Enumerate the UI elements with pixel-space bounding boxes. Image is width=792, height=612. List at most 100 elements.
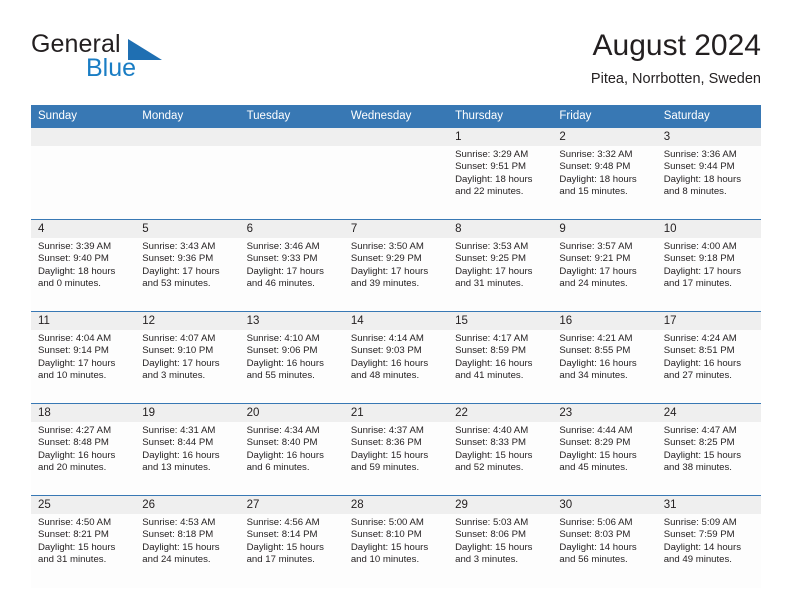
calendar-day-cell[interactable]: 6 Sunrise: 3:46 AM Sunset: 9:33 PM Daylight… <box>239 219 344 312</box>
day-detail-daylight1: Daylight: 17 hours <box>559 265 637 277</box>
calendar-day-cell[interactable]: 22 Sunrise: 4:40 AM Sunset: 8:33 PM Dayligh… <box>448 403 553 496</box>
calendar-day-cell[interactable]: 23 Sunrise: 4:44 AM Sunset: 8:29 PM Dayligh… <box>552 403 657 496</box>
day-detail-sunset: Sunset: 8:40 PM <box>246 437 318 449</box>
day-detail-sunset: Sunset: 9:25 PM <box>455 253 527 265</box>
day-detail-sunrise: Sunrise: 3:32 AM <box>559 149 633 160</box>
day-detail-daylight2: and 3 minutes. <box>142 369 206 381</box>
calendar-day-cell[interactable]: 4 Sunrise: 3:39 AM Sunset: 9:40 PM Daylight… <box>31 219 136 312</box>
day-detail-sunrise: Sunrise: 5:00 AM <box>350 517 424 528</box>
day-details: Sunrise: 5:03 AM Sunset: 8:06 PM Daylight:… <box>448 514 552 566</box>
calendar-day-cell[interactable]: 3 Sunrise: 3:36 AM Sunset: 9:44 PM Daylight… <box>656 127 761 220</box>
day-details: Sunrise: 3:46 AM Sunset: 9:33 PM Daylight:… <box>240 238 344 290</box>
calendar-day-cell[interactable]: 12 Sunrise: 4:07 AM Sunset: 9:10 PM Dayligh… <box>135 311 240 404</box>
calendar-day-cell[interactable]: 25 Sunrise: 4:50 AM Sunset: 8:21 PM Dayligh… <box>31 495 136 588</box>
calendar-day-cell[interactable]: 24 Sunrise: 4:47 AM Sunset: 8:25 PM Dayligh… <box>656 403 761 496</box>
calendar-day-cell-empty <box>239 127 344 220</box>
day-details: Sunrise: 3:43 AM Sunset: 9:36 PM Daylight:… <box>135 238 239 290</box>
calendar-week-row: 11 Sunrise: 4:04 AM Sunset: 9:14 PM Dayligh… <box>31 311 761 404</box>
calendar-day-cell[interactable]: 8 Sunrise: 3:53 AM Sunset: 9:25 PM Daylight… <box>448 219 553 312</box>
day-number: 11 <box>31 312 136 330</box>
calendar-day-cell[interactable]: 27 Sunrise: 4:56 AM Sunset: 8:14 PM Dayligh… <box>239 495 344 588</box>
day-detail-sunset: Sunset: 9:33 PM <box>246 253 318 265</box>
day-number: 27 <box>239 496 344 514</box>
day-number: 4 <box>31 220 136 238</box>
day-detail-daylight2: and 6 minutes. <box>246 461 310 473</box>
day-detail-daylight1: Daylight: 16 hours <box>350 357 429 369</box>
day-number: 13 <box>239 312 344 330</box>
day-number: 9 <box>552 220 657 238</box>
day-detail-sunset: Sunset: 9:40 PM <box>38 253 109 265</box>
calendar-day-cell[interactable]: 15 Sunrise: 4:17 AM Sunset: 8:59 PM Dayligh… <box>448 311 553 404</box>
calendar-day-cell[interactable]: 19 Sunrise: 4:31 AM Sunset: 8:44 PM Dayligh… <box>135 403 240 496</box>
calendar-day-cell[interactable]: 13 Sunrise: 4:10 AM Sunset: 9:06 PM Dayligh… <box>239 311 344 404</box>
calendar-day-cell[interactable]: 1 Sunrise: 3:29 AM Sunset: 9:51 PM Daylight… <box>448 127 553 220</box>
calendar-day-cell[interactable]: 14 Sunrise: 4:14 AM Sunset: 9:03 PM Dayligh… <box>343 311 449 404</box>
day-number: 31 <box>656 496 761 514</box>
calendar-day-cell[interactable]: 10 Sunrise: 4:00 AM Sunset: 9:18 PM Dayligh… <box>656 219 761 312</box>
day-detail-sunrise: Sunrise: 3:50 AM <box>350 241 424 252</box>
day-detail-daylight2: and 49 minutes. <box>663 553 732 565</box>
day-detail-sunrise: Sunrise: 4:53 AM <box>142 517 216 528</box>
day-details: Sunrise: 4:00 AM Sunset: 9:18 PM Daylight:… <box>657 238 761 290</box>
day-details: Sunrise: 4:04 AM Sunset: 9:14 PM Daylight:… <box>31 330 135 382</box>
calendar-day-cell[interactable]: 11 Sunrise: 4:04 AM Sunset: 9:14 PM Dayligh… <box>31 311 136 404</box>
general-blue-logo[interactable]: General Blue <box>31 28 261 90</box>
day-detail-sunset: Sunset: 8:21 PM <box>38 529 109 541</box>
day-detail-sunrise: Sunrise: 3:53 AM <box>455 241 529 252</box>
day-detail-sunrise: Sunrise: 4:07 AM <box>142 333 216 344</box>
day-number: 1 <box>448 128 553 146</box>
day-detail-daylight2: and 24 minutes. <box>559 277 628 289</box>
day-details: Sunrise: 4:53 AM Sunset: 8:18 PM Daylight:… <box>135 514 239 566</box>
day-detail-daylight1: Daylight: 16 hours <box>455 357 533 369</box>
calendar-day-cell[interactable]: 18 Sunrise: 4:27 AM Sunset: 8:48 PM Dayligh… <box>31 403 136 496</box>
day-details: Sunrise: 4:40 AM Sunset: 8:33 PM Daylight:… <box>448 422 552 474</box>
day-details: Sunrise: 4:31 AM Sunset: 8:44 PM Daylight:… <box>135 422 239 474</box>
day-detail-sunset: Sunset: 8:36 PM <box>350 437 422 449</box>
day-number <box>135 128 240 146</box>
calendar-day-cell[interactable]: 2 Sunrise: 3:32 AM Sunset: 9:48 PM Daylight… <box>552 127 657 220</box>
calendar-day-cell[interactable]: 17 Sunrise: 4:24 AM Sunset: 8:51 PM Dayligh… <box>656 311 761 404</box>
calendar-day-cell[interactable]: 30 Sunrise: 5:06 AM Sunset: 8:03 PM Dayligh… <box>552 495 657 588</box>
day-detail-sunrise: Sunrise: 4:04 AM <box>38 333 112 344</box>
day-detail-daylight2: and 15 minutes. <box>559 185 628 197</box>
day-detail-daylight2: and 38 minutes. <box>663 461 732 473</box>
weekday-header-saturday: Saturday <box>656 105 761 128</box>
calendar-day-cell[interactable]: 28 Sunrise: 5:00 AM Sunset: 8:10 PM Dayligh… <box>343 495 449 588</box>
calendar-day-cell[interactable]: 20 Sunrise: 4:34 AM Sunset: 8:40 PM Dayligh… <box>239 403 344 496</box>
day-detail-daylight1: Daylight: 14 hours <box>663 541 742 553</box>
calendar-day-cell[interactable]: 16 Sunrise: 4:21 AM Sunset: 8:55 PM Dayligh… <box>552 311 657 404</box>
calendar-day-cell-empty <box>343 127 449 220</box>
calendar-day-cell[interactable]: 31 Sunrise: 5:09 AM Sunset: 7:59 PM Dayligh… <box>656 495 761 588</box>
day-detail-sunset: Sunset: 9:18 PM <box>663 253 735 265</box>
day-detail-sunrise: Sunrise: 4:44 AM <box>559 425 633 436</box>
day-details: Sunrise: 4:21 AM Sunset: 8:55 PM Daylight:… <box>552 330 656 382</box>
day-detail-sunset: Sunset: 9:48 PM <box>559 161 631 173</box>
calendar-day-cell[interactable]: 26 Sunrise: 4:53 AM Sunset: 8:18 PM Dayligh… <box>135 495 240 588</box>
day-detail-daylight2: and 10 minutes. <box>350 553 420 565</box>
calendar-day-cell[interactable]: 7 Sunrise: 3:50 AM Sunset: 9:29 PM Daylight… <box>343 219 449 312</box>
day-number: 8 <box>448 220 553 238</box>
day-number: 12 <box>135 312 240 330</box>
day-details: Sunrise: 4:10 AM Sunset: 9:06 PM Daylight:… <box>240 330 344 382</box>
day-detail-sunrise: Sunrise: 4:31 AM <box>142 425 216 436</box>
calendar-day-cell[interactable]: 21 Sunrise: 4:37 AM Sunset: 8:36 PM Dayligh… <box>343 403 449 496</box>
day-details: Sunrise: 3:36 AM Sunset: 9:44 PM Daylight:… <box>657 146 761 198</box>
calendar-day-cell[interactable]: 9 Sunrise: 3:57 AM Sunset: 9:21 PM Daylight… <box>552 219 657 312</box>
day-detail-daylight2: and 31 minutes. <box>455 277 524 289</box>
page-header: General Blue August 2024 Pitea, Norrbott… <box>31 28 761 100</box>
day-detail-daylight2: and 52 minutes. <box>455 461 524 473</box>
day-details: Sunrise: 4:27 AM Sunset: 8:48 PM Daylight:… <box>31 422 135 474</box>
day-detail-sunset: Sunset: 8:18 PM <box>142 529 214 541</box>
calendar-day-cell[interactable]: 5 Sunrise: 3:43 AM Sunset: 9:36 PM Daylight… <box>135 219 240 312</box>
day-number: 7 <box>343 220 449 238</box>
day-detail-daylight1: Daylight: 14 hours <box>559 541 637 553</box>
day-detail-sunset: Sunset: 8:51 PM <box>663 345 735 357</box>
day-detail-daylight1: Daylight: 16 hours <box>142 449 220 461</box>
day-number: 14 <box>343 312 449 330</box>
day-detail-daylight2: and 55 minutes. <box>246 369 315 381</box>
calendar-day-cell[interactable]: 29 Sunrise: 5:03 AM Sunset: 8:06 PM Dayligh… <box>448 495 553 588</box>
day-detail-sunset: Sunset: 9:06 PM <box>246 345 318 357</box>
day-number: 2 <box>552 128 657 146</box>
day-detail-daylight1: Daylight: 18 hours <box>455 173 533 185</box>
day-detail-sunset: Sunset: 7:59 PM <box>663 529 735 541</box>
